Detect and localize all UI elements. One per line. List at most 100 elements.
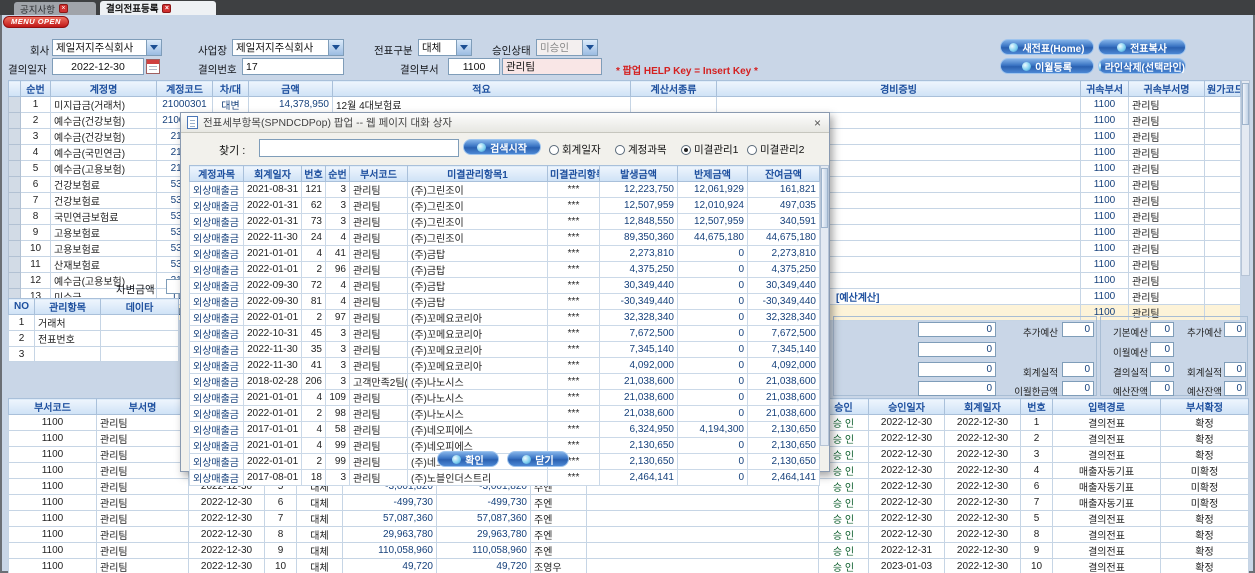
- column-header[interactable]: 회계일자: [944, 398, 1021, 415]
- radio-계정과목[interactable]: 계정과목: [615, 142, 667, 157]
- column-header[interactable]: NO: [8, 298, 35, 315]
- column-header[interactable]: [8, 80, 21, 97]
- grid-row[interactable]: 1 거래처: [8, 314, 179, 331]
- grid-row[interactable]: 외상매출금 2021-01-01 4 41 관리팀 (주)금탑 *** 2,273,810 0 2…: [189, 245, 820, 262]
- grid-row[interactable]: 1100 관리팀 2022-12-30 7 대체 57,087,360 57,087,360…: [8, 510, 1249, 527]
- column-header[interactable]: 계정과목: [189, 165, 244, 182]
- grid-row[interactable]: 1100 관리팀 2022-12-30 10 대체 49,720 49,720 조영우 승 인2…: [8, 558, 1249, 573]
- confirm-button[interactable]: 확인: [437, 451, 499, 467]
- budget-input[interactable]: 0: [1150, 362, 1174, 377]
- radio-icon[interactable]: [615, 144, 625, 155]
- company-select[interactable]: 제일저지주식회사: [52, 39, 162, 56]
- column-header[interactable]: 차/대: [212, 80, 249, 97]
- chevron-down-icon[interactable]: [456, 40, 471, 55]
- grid-row[interactable]: 외상매출금 2022-01-31 73 3 관리팀 (주)그린조이 *** 12,848,55…: [189, 213, 820, 230]
- column-header[interactable]: 번호: [1020, 398, 1053, 415]
- column-header[interactable]: 부서확정: [1160, 398, 1249, 415]
- grid-row[interactable]: 외상매출금 2022-11-30 24 4 관리팀 (주)그린조이 *** 89,350,36…: [189, 229, 820, 246]
- voucher-no-input[interactable]: [242, 58, 344, 75]
- radio-icon[interactable]: [549, 144, 559, 155]
- dialog-titlebar[interactable]: 전표세부항목(SPNDCDPop) 팝업 -- 웹 페이지 대화 상자 ×: [181, 113, 829, 133]
- chevron-down-icon[interactable]: [146, 40, 161, 55]
- grid-row[interactable]: 1100 관리팀 2022-12-30 9 대체 110,058,960 110,058,9…: [8, 542, 1249, 559]
- column-header[interactable]: 미결관리항목1: [407, 165, 548, 182]
- budget-input[interactable]: 0: [918, 362, 996, 377]
- column-header[interactable]: 발생금액: [599, 165, 678, 182]
- grid-row[interactable]: 외상매출금2022-01-01299관리팀(주)네오피에스***2,130,65…: [189, 453, 820, 470]
- column-header[interactable]: 반제금액: [677, 165, 748, 182]
- tab-notice[interactable]: 공지사항 ×: [14, 2, 96, 16]
- grid-row[interactable]: 외상매출금 2017-08-01 18 3 관리팀 (주)노블인더스트리 *** 2,464,…: [189, 469, 820, 486]
- column-header[interactable]: 귀속부서명: [1128, 80, 1205, 97]
- column-header[interactable]: 미결관리항목2: [547, 165, 600, 182]
- grid-row[interactable]: 1 미지급금(거래처) 21000301 대변 14,378,950 12월 4대보험료 1…: [8, 96, 1241, 113]
- grid-row[interactable]: 외상매출금 2021-08-31 121 3 관리팀 (주)그린조이 *** 12,223,7…: [189, 181, 820, 198]
- column-header[interactable]: 부서명: [96, 398, 189, 415]
- menu-open-button[interactable]: MENU OPEN: [3, 16, 69, 28]
- column-header[interactable]: 부서코드: [8, 398, 97, 415]
- column-header[interactable]: 부서코드: [349, 165, 408, 182]
- grid-row[interactable]: 3: [8, 346, 179, 362]
- slip-type-select[interactable]: 대체: [418, 39, 472, 56]
- column-header[interactable]: 데이타: [100, 298, 179, 315]
- radio-미결관리2[interactable]: 미결관리2: [747, 142, 804, 157]
- radio-icon[interactable]: [747, 144, 757, 155]
- close-button[interactable]: 닫기: [507, 451, 569, 467]
- column-header[interactable]: 계산서종류: [630, 80, 717, 97]
- column-header[interactable]: 번호: [301, 165, 326, 182]
- grid-row[interactable]: 외상매출금 2022-10-31 45 3 관리팀 (주)꼬메요코리아 *** 7,672,5…: [189, 325, 820, 342]
- dept-name-input[interactable]: [502, 58, 602, 75]
- chevron-down-icon[interactable]: [582, 40, 597, 55]
- dept-code-input[interactable]: [448, 58, 500, 75]
- grid-row[interactable]: 2 전표번호: [8, 330, 179, 347]
- budget-input[interactable]: 0: [1224, 362, 1246, 377]
- grid-row[interactable]: 외상매출금 2022-09-30 81 4 관리팀 (주)금탑 *** -30,349,440…: [189, 293, 820, 310]
- column-header[interactable]: 입력경로: [1052, 398, 1161, 415]
- column-header[interactable]: 승인일자: [868, 398, 945, 415]
- search-input[interactable]: [259, 139, 459, 157]
- column-header[interactable]: 계정코드: [156, 80, 213, 97]
- budget-input[interactable]: 0: [1062, 322, 1094, 337]
- column-header[interactable]: 귀속부서: [1080, 80, 1129, 97]
- site-select[interactable]: 제일저지주식회사: [232, 39, 344, 56]
- budget-input[interactable]: 0: [1062, 362, 1094, 377]
- popup-grid-scrollbar[interactable]: [820, 165, 829, 446]
- grid-row[interactable]: 외상매출금 2022-09-30 72 4 관리팀 (주)금탑 *** 30,349,440 0…: [189, 277, 820, 294]
- column-header[interactable]: 회계일자: [243, 165, 302, 182]
- approve-status-select[interactable]: 미승인: [536, 39, 598, 56]
- chevron-down-icon[interactable]: [328, 40, 343, 55]
- tab-close-icon[interactable]: ×: [162, 3, 172, 13]
- budget-input[interactable]: 0: [918, 342, 996, 357]
- column-header[interactable]: 순번: [325, 165, 350, 182]
- search-start-button[interactable]: 검색시작: [463, 139, 541, 155]
- grid-row[interactable]: 외상매출금 2022-11-30 41 3 관리팀 (주)꼬메요코리아 *** 4,092,0…: [189, 357, 820, 374]
- delete-line-button[interactable]: 라인삭제(선택라인): [1098, 58, 1186, 74]
- new-voucher-button[interactable]: 새전표(Home): [1000, 39, 1094, 55]
- main-grid-scrollbar[interactable]: [1241, 80, 1250, 276]
- grid-row[interactable]: 외상매출금 2022-01-01 2 97 관리팀 (주)꼬메요코리아 *** 32,328,…: [189, 309, 820, 326]
- calendar-icon[interactable]: [146, 59, 160, 74]
- budget-input[interactable]: 0: [918, 322, 996, 337]
- tab-voucher-entry[interactable]: 결의전표등록 ×: [100, 1, 216, 15]
- close-icon[interactable]: ×: [812, 116, 823, 130]
- column-header[interactable]: 계정명: [50, 80, 157, 97]
- grid-row[interactable]: 외상매출금 2021-01-01 4 109 관리팀 (주)나노시스 *** 21,038,6…: [189, 389, 820, 406]
- column-header[interactable]: 잔여금액: [747, 165, 820, 182]
- budget-input[interactable]: 0: [1150, 381, 1174, 396]
- radio-미결관리1[interactable]: 미결관리1: [681, 142, 738, 157]
- grid-row[interactable]: 외상매출금 2017-01-01 4 58 관리팀 (주)네오피에스 *** 6,324,95…: [189, 421, 820, 438]
- tab-close-icon[interactable]: ×: [58, 4, 68, 13]
- column-header[interactable]: 순번: [20, 80, 51, 97]
- grid-row[interactable]: 외상매출금 2022-01-31 62 3 관리팀 (주)그린조이 *** 12,507,95…: [189, 197, 820, 214]
- grid-row[interactable]: 1100 관리팀 2022-12-30 6 대체 -499,730 -499,730 주엔 승 …: [8, 494, 1249, 511]
- budget-input[interactable]: 0: [1062, 381, 1094, 396]
- grid-row[interactable]: 1100 관리팀 2022-12-30 8 대체 29,963,780 29,963,780…: [8, 526, 1249, 543]
- grid-row[interactable]: 외상매출금 2022-01-01 2 96 관리팀 (주)금탑 *** 4,375,250 0 4…: [189, 261, 820, 278]
- radio-회계일자[interactable]: 회계일자: [549, 142, 601, 157]
- radio-icon[interactable]: [681, 144, 691, 155]
- budget-input[interactable]: 0: [918, 381, 996, 396]
- grid-row[interactable]: 외상매출금2018-02-282063고객만족2팀(JJ(주)나노시스***21…: [189, 373, 820, 390]
- grid-row[interactable]: 외상매출금 2022-01-01 2 98 관리팀 (주)나노시스 *** 21,038,60…: [189, 405, 820, 422]
- budget-input[interactable]: 0: [1150, 342, 1174, 357]
- column-header[interactable]: 관리항목: [34, 298, 101, 315]
